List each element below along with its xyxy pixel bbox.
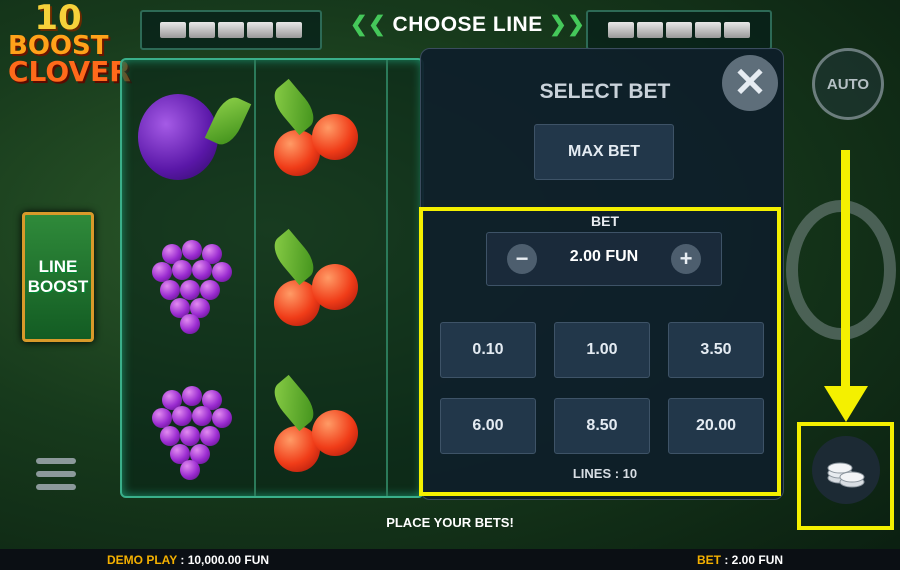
bet-stepper: − 2.00 FUN + [486,232,722,286]
grapes-symbol [122,360,252,496]
increase-bet-button[interactable]: + [671,244,701,274]
cherries-symbol [256,210,386,350]
close-icon: ✕ [733,61,767,105]
close-button[interactable]: ✕ [722,55,778,111]
line-indicator [666,22,692,38]
line-indicator [189,22,215,38]
grapes-symbol [122,210,252,350]
game-logo: 10 BOOST CLOVER [8,0,131,88]
logo-line-3: CLOVER [8,54,131,88]
line-indicator [695,22,721,38]
line-boost-button[interactable]: LINE BOOST [22,212,94,342]
down-arrow-head [824,386,868,422]
auto-icon: AUTO [826,75,870,93]
bet-display: BET : 2.00 FUN [697,553,783,567]
demo-play-value: : 10,000.00 FUN [180,553,270,567]
bet-bottom-label: BET [697,553,721,567]
bet-option-button[interactable]: 1.00 [554,322,650,378]
line-selector-right[interactable] [586,10,772,50]
plus-icon: + [679,246,693,271]
line-indicator [218,22,244,38]
line-indicator [608,22,634,38]
line-boost-label-1: LINE [38,257,78,276]
bet-coins-button[interactable] [812,436,880,504]
choose-line-header[interactable]: ❮❮ CHOOSE LINE ❯❯ [350,12,585,37]
bet-option-button[interactable]: 6.00 [440,398,536,454]
cherries-symbol [256,60,386,200]
chevrons-right-icon: ❯❯ [549,13,586,36]
menu-icon-bar [36,484,76,490]
bet-label: BET [591,213,619,229]
chevrons-left-icon: ❮❮ [350,13,387,36]
line-selector-left[interactable] [140,10,322,50]
bet-option-button[interactable]: 20.00 [668,398,764,454]
bottom-info-bar: DEMO PLAY : 10,000.00 FUN BET : 2.00 FUN [0,549,900,570]
autoplay-button[interactable]: AUTO [812,48,884,120]
down-arrow-annotation [841,150,850,400]
line-indicator [247,22,273,38]
bet-option-button[interactable]: 8.50 [554,398,650,454]
max-bet-button[interactable]: MAX BET [534,124,674,180]
line-indicator [276,22,302,38]
plum-symbol [122,60,252,200]
status-message: PLACE YOUR BETS! [386,515,514,530]
lines-count: LINES : 10 [572,466,638,481]
line-indicator [724,22,750,38]
line-boost-label-2: BOOST [27,277,89,296]
bet-option-button[interactable]: 0.10 [440,322,536,378]
logo-line-1: 10 [34,0,82,38]
choose-line-label: CHOOSE LINE [392,13,543,36]
coins-icon [827,462,865,488]
demo-balance: DEMO PLAY : 10,000.00 FUN [107,553,269,567]
menu-icon-bar [36,458,76,464]
menu-icon-bar [36,471,76,477]
reel-divider [386,60,388,496]
line-indicator [160,22,186,38]
bet-option-button[interactable]: 3.50 [668,322,764,378]
menu-button[interactable] [36,458,76,497]
bet-bottom-value: : 2.00 FUN [724,553,784,567]
cherries-symbol [256,360,386,496]
demo-play-label: DEMO PLAY [107,553,178,567]
line-indicator [637,22,663,38]
reels-area [120,58,424,498]
